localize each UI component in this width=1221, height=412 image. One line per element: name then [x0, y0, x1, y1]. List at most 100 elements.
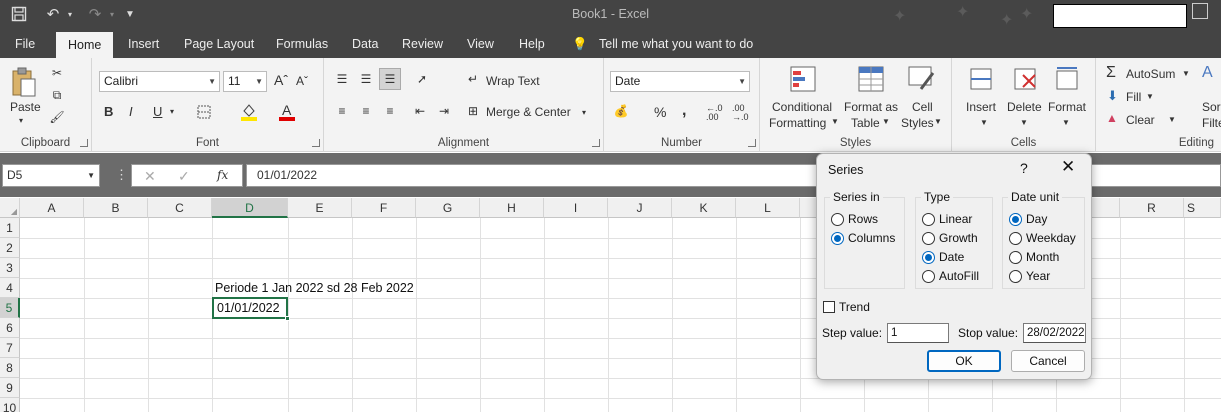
- column-header-i[interactable]: I: [544, 198, 608, 218]
- cell-styles-icon[interactable]: [906, 64, 936, 94]
- row-header-9[interactable]: 9: [0, 378, 20, 398]
- format-as-table-button[interactable]: Format as: [844, 100, 898, 114]
- tell-me-search[interactable]: Tell me what you want to do: [599, 30, 753, 58]
- column-header-c[interactable]: C: [148, 198, 212, 218]
- column-header-r[interactable]: R: [1120, 198, 1184, 218]
- orientation-icon[interactable]: ➚: [412, 70, 432, 88]
- radio-autofill[interactable]: AutoFill: [922, 269, 979, 283]
- fill-icon[interactable]: ⬇: [1107, 88, 1118, 104]
- fill-color-icon[interactable]: [240, 102, 258, 122]
- column-header-f[interactable]: F: [352, 198, 416, 218]
- row-header-7[interactable]: 7: [0, 338, 20, 358]
- row-header-10[interactable]: 10: [0, 398, 20, 412]
- close-icon[interactable]: ✕: [1061, 157, 1075, 177]
- column-header-s[interactable]: S: [1184, 198, 1221, 218]
- tab-insert[interactable]: Insert: [128, 30, 159, 58]
- wrap-text-button[interactable]: Wrap Text: [486, 74, 540, 88]
- ok-button[interactable]: OK: [927, 350, 1001, 372]
- select-all-corner[interactable]: ◢: [0, 198, 20, 218]
- font-launcher-icon[interactable]: [312, 139, 320, 147]
- radio-growth[interactable]: Growth: [922, 231, 978, 245]
- font-name-select[interactable]: Calibri ▼: [99, 71, 220, 92]
- tab-formulas[interactable]: Formulas: [276, 30, 328, 58]
- accounting-icon[interactable]: 💰: [610, 102, 632, 120]
- conditional-formatting-icon[interactable]: [788, 64, 818, 94]
- cell-d4[interactable]: Periode 1 Jan 2022 sd 28 Feb 2022: [215, 281, 414, 295]
- cut-icon[interactable]: ✂: [48, 64, 66, 82]
- format-as-table-icon[interactable]: [856, 64, 886, 94]
- column-header-b[interactable]: B: [84, 198, 148, 218]
- cancel-entry-icon[interactable]: ✕: [144, 168, 156, 185]
- trend-checkbox[interactable]: Trend: [823, 300, 870, 314]
- format-cells-icon[interactable]: [1052, 64, 1082, 94]
- percent-button[interactable]: %: [654, 104, 666, 120]
- clipboard-launcher-icon[interactable]: [80, 139, 88, 147]
- insert-cells-button[interactable]: Insert: [966, 100, 996, 114]
- conditional-formatting-button[interactable]: Conditional: [772, 100, 832, 114]
- account-box[interactable]: [1053, 4, 1187, 28]
- cell-styles-button[interactable]: Cell: [912, 100, 933, 114]
- align-top-icon[interactable]: ☰: [332, 70, 352, 88]
- wrap-text-icon[interactable]: ↵: [464, 70, 482, 88]
- delete-cells-icon[interactable]: [1010, 64, 1040, 94]
- bold-button[interactable]: B: [104, 104, 113, 119]
- stop-value-input[interactable]: 28/02/2022: [1023, 323, 1086, 343]
- align-center-icon[interactable]: ≡: [356, 102, 376, 120]
- format-painter-icon[interactable]: 🖌: [48, 108, 66, 126]
- row-header-2[interactable]: 2: [0, 238, 20, 258]
- step-value-input[interactable]: 1: [887, 323, 949, 343]
- radio-date[interactable]: Date: [922, 250, 964, 264]
- row-header-4[interactable]: 4: [0, 278, 20, 298]
- paste-dropdown-icon[interactable]: ▾: [19, 116, 23, 125]
- underline-button[interactable]: U: [153, 104, 162, 119]
- decrease-font-icon[interactable]: Aˇ: [296, 74, 308, 88]
- copy-icon[interactable]: ⧉: [48, 86, 66, 104]
- insert-cells-icon[interactable]: [966, 64, 996, 94]
- fill-button[interactable]: Fill: [1126, 90, 1141, 104]
- radio-columns[interactable]: Columns: [831, 231, 895, 245]
- font-color-icon[interactable]: A: [278, 102, 296, 122]
- align-bottom-icon[interactable]: ☰: [379, 68, 401, 90]
- number-launcher-icon[interactable]: [748, 139, 756, 147]
- tab-review[interactable]: Review: [402, 30, 443, 58]
- increase-indent-icon[interactable]: ⇥: [434, 102, 454, 120]
- column-header-g[interactable]: G: [416, 198, 480, 218]
- insert-function-icon[interactable]: fx: [217, 168, 228, 182]
- help-icon[interactable]: ?: [1020, 160, 1028, 176]
- format-cells-button[interactable]: Format: [1048, 100, 1086, 114]
- tab-view[interactable]: View: [467, 30, 494, 58]
- column-header-d[interactable]: D: [212, 198, 288, 218]
- decrease-indent-icon[interactable]: ⇤: [410, 102, 430, 120]
- decrease-decimal-icon[interactable]: .00 →.0: [732, 104, 749, 122]
- ribbon-display-options-icon[interactable]: [1192, 3, 1208, 19]
- row-header-1[interactable]: 1: [0, 218, 20, 238]
- row-header-5[interactable]: 5: [0, 298, 20, 318]
- autosum-button[interactable]: AutoSum: [1126, 67, 1175, 81]
- clear-button[interactable]: Clear: [1126, 113, 1155, 127]
- column-header-k[interactable]: K: [672, 198, 736, 218]
- comma-button[interactable]: ,: [682, 102, 686, 120]
- sort-filter-icon[interactable]: A: [1202, 64, 1213, 82]
- radio-weekday[interactable]: Weekday: [1009, 231, 1076, 245]
- radio-year[interactable]: Year: [1009, 269, 1050, 283]
- column-header-h[interactable]: H: [480, 198, 544, 218]
- tab-page-layout[interactable]: Page Layout: [184, 30, 254, 58]
- number-format-select[interactable]: Date ▼: [610, 71, 750, 92]
- tab-home[interactable]: Home: [56, 32, 114, 58]
- delete-cells-button[interactable]: Delete: [1007, 100, 1042, 114]
- cancel-button[interactable]: Cancel: [1011, 350, 1085, 372]
- column-header-a[interactable]: A: [20, 198, 84, 218]
- radio-day[interactable]: Day: [1009, 212, 1047, 226]
- increase-font-icon[interactable]: Aˆ: [274, 72, 288, 88]
- merge-dropdown-icon[interactable]: ▾: [582, 108, 586, 117]
- merge-center-icon[interactable]: ⊞: [464, 102, 482, 120]
- merge-center-button[interactable]: Merge & Center: [486, 105, 571, 119]
- radio-rows[interactable]: Rows: [831, 212, 878, 226]
- row-header-8[interactable]: 8: [0, 358, 20, 378]
- underline-dropdown-icon[interactable]: ▾: [170, 107, 174, 116]
- align-right-icon[interactable]: ≡: [380, 102, 400, 120]
- align-left-icon[interactable]: ≡: [332, 102, 352, 120]
- name-box[interactable]: D5 ▼: [2, 164, 100, 187]
- paste-button[interactable]: Paste: [10, 100, 41, 114]
- confirm-entry-icon[interactable]: ✓: [178, 168, 190, 185]
